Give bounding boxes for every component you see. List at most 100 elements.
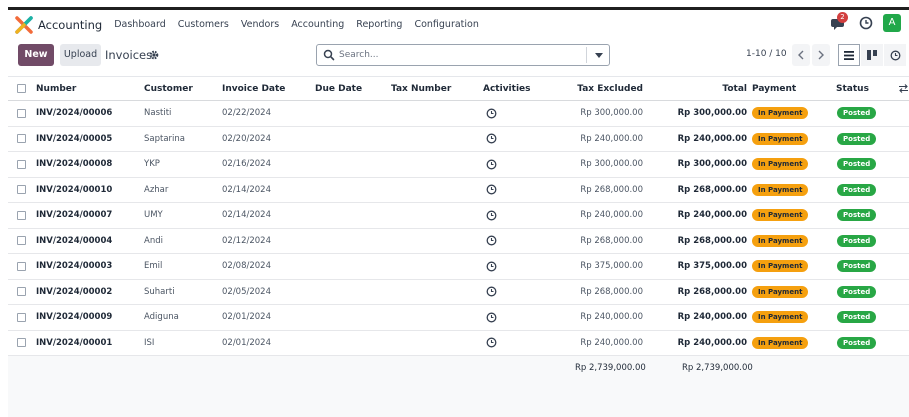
total-amount: Rp 375,000.00	[677, 261, 747, 272]
activity-clock-icon	[486, 235, 497, 246]
activity-clock-icon	[486, 210, 497, 221]
row-select-cell	[17, 178, 26, 203]
pager-value[interactable]: 1-10 / 10	[746, 49, 787, 59]
activity-button[interactable]	[486, 101, 497, 126]
table-row[interactable]: INV/2024/00010 Azhar 02/14/2024 Rp 268,000.…	[8, 178, 909, 203]
status-cell: Posted	[837, 305, 877, 330]
activity-clock-icon[interactable]	[859, 16, 873, 30]
list-view-icon	[844, 50, 854, 60]
row-checkbox[interactable]	[17, 261, 26, 271]
select-all-cell	[17, 77, 26, 100]
list-view-button[interactable]	[838, 44, 860, 66]
upload-button[interactable]: Upload	[60, 44, 101, 66]
activity-clock-icon	[486, 286, 497, 297]
status-badge: Posted	[837, 107, 877, 120]
col-number[interactable]: Number	[36, 77, 76, 100]
search-input[interactable]	[339, 47, 569, 63]
row-checkbox[interactable]	[17, 108, 26, 118]
col-tax-number[interactable]: Tax Number	[391, 77, 451, 100]
customer-name: Emil	[144, 261, 163, 272]
activity-button[interactable]	[486, 305, 497, 330]
total-amount: Rp 268,000.00	[677, 235, 747, 246]
col-due-date[interactable]: Due Date	[315, 77, 362, 100]
table-row[interactable]: INV/2024/00002 Suharti 02/05/2024 Rp 268,00…	[8, 280, 909, 305]
col-payment[interactable]: Payment	[752, 77, 796, 100]
gear-icon[interactable]	[149, 50, 159, 60]
menu-customers[interactable]: Customers	[178, 19, 229, 30]
search-divider	[586, 47, 587, 63]
row-select-cell	[17, 254, 26, 279]
table-row[interactable]: INV/2024/00004 Andi 02/12/2024 Rp 268,000.0…	[8, 229, 909, 254]
activity-button[interactable]	[486, 178, 497, 203]
activity-button[interactable]	[486, 254, 497, 279]
menu-vendors[interactable]: Vendors	[241, 19, 279, 30]
accounting-logo-icon[interactable]	[15, 15, 33, 34]
row-checkbox[interactable]	[17, 134, 26, 144]
col-invoice-date[interactable]: Invoice Date	[222, 77, 285, 100]
chat-badge: 2	[837, 12, 848, 23]
invoice-date: 02/20/2024	[222, 133, 271, 144]
row-checkbox[interactable]	[17, 159, 26, 169]
activity-clock-icon	[486, 159, 497, 170]
activity-button[interactable]	[486, 331, 497, 356]
col-tax-excluded[interactable]: Tax Excluded	[543, 77, 643, 100]
status-cell: Posted	[837, 152, 877, 177]
col-total[interactable]: Total	[648, 77, 747, 100]
table-row[interactable]: INV/2024/00005 Saptarina 02/20/2024 Rp 240,…	[8, 127, 909, 152]
invoice-number: INV/2024/00007	[36, 210, 113, 221]
activity-button[interactable]	[486, 280, 497, 305]
table-row[interactable]: INV/2024/00003 Emil 02/08/2024 Rp 375,000.0…	[8, 254, 909, 280]
customer-name: UMY	[144, 210, 163, 221]
activity-button[interactable]	[486, 127, 497, 152]
customer-name: YKP	[144, 159, 160, 170]
kanban-view-button[interactable]	[861, 44, 883, 66]
activity-button[interactable]	[486, 203, 497, 228]
menu-dashboard[interactable]: Dashboard	[114, 19, 166, 30]
col-customer[interactable]: Customer	[144, 77, 193, 100]
status-badge: Posted	[837, 234, 877, 247]
total-amount: Rp 240,000.00	[677, 337, 747, 348]
pager-next-button[interactable]	[812, 44, 830, 66]
row-checkbox[interactable]	[17, 185, 26, 195]
table-body: INV/2024/00006 Nastiti 02/22/2024 Rp 300,00…	[8, 101, 909, 356]
total-amount: Rp 240,000.00	[677, 133, 747, 144]
row-checkbox[interactable]	[17, 210, 26, 220]
pager-previous-button[interactable]	[792, 44, 810, 66]
status-cell: Posted	[837, 127, 877, 152]
activity-button[interactable]	[486, 152, 497, 177]
customer-name: Suharti	[144, 286, 175, 297]
payment-status-badge: In Payment	[752, 234, 809, 247]
row-checkbox[interactable]	[17, 338, 26, 348]
col-status[interactable]: Status	[836, 77, 869, 100]
invoice-number: INV/2024/00008	[36, 159, 113, 170]
search-icon	[323, 49, 335, 61]
menu-accounting[interactable]: Accounting	[291, 19, 344, 30]
menu-reporting[interactable]: Reporting	[356, 19, 402, 30]
table-row[interactable]: INV/2024/00001 ISI 02/01/2024 Rp 240,000.00…	[8, 331, 909, 356]
table-row[interactable]: INV/2024/00007 UMY 02/14/2024 Rp 240,000.00…	[8, 203, 909, 229]
table-row[interactable]: INV/2024/00008 YKP 02/16/2024 Rp 300,000.00…	[8, 152, 909, 178]
optional-columns-toggle[interactable]	[899, 77, 908, 100]
status-cell: Posted	[837, 203, 877, 228]
select-all-checkbox[interactable]	[17, 84, 26, 93]
user-avatar[interactable]: A	[883, 14, 901, 32]
row-checkbox[interactable]	[17, 287, 26, 297]
row-checkbox[interactable]	[17, 312, 26, 322]
search-options-toggle[interactable]	[595, 53, 603, 58]
control-panel: New Upload Invoices 1-10 / 10	[8, 44, 909, 68]
activity-view-button[interactable]	[884, 44, 906, 66]
table-row[interactable]: INV/2024/00009 Adiguna 02/01/2024 Rp 240,00…	[8, 305, 909, 331]
activity-button[interactable]	[486, 229, 497, 254]
status-badge: Posted	[837, 158, 877, 171]
row-checkbox[interactable]	[17, 236, 26, 246]
table-row[interactable]: INV/2024/00006 Nastiti 02/22/2024 Rp 300,00…	[8, 101, 909, 127]
status-badge: Posted	[837, 311, 877, 324]
col-activities[interactable]: Activities	[483, 77, 531, 100]
messages-button[interactable]: 2	[831, 12, 848, 31]
payment-cell: In Payment	[752, 305, 809, 330]
new-button[interactable]: New	[18, 44, 54, 66]
payment-status-badge: In Payment	[752, 209, 809, 222]
status-badge: Posted	[837, 132, 877, 145]
app-name[interactable]: Accounting	[38, 18, 102, 32]
menu-configuration[interactable]: Configuration	[414, 19, 478, 30]
